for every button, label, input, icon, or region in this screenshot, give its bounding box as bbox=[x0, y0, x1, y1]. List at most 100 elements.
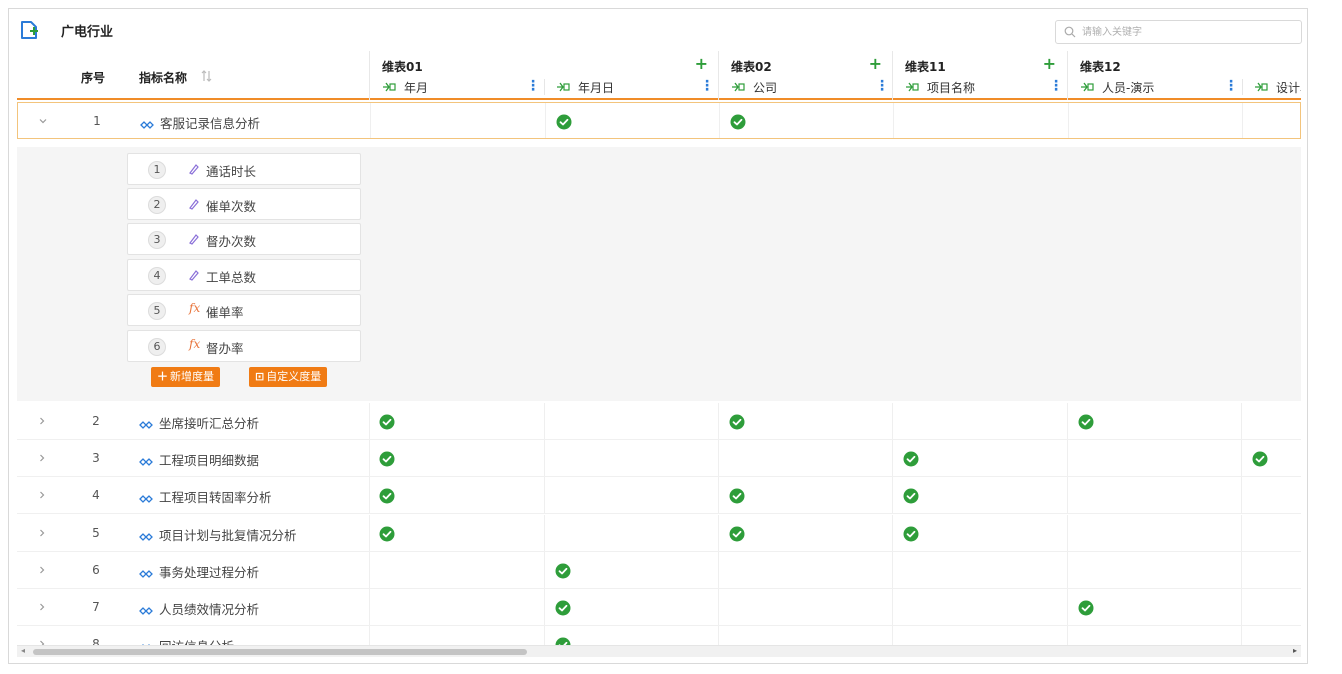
table-row[interactable]: 3 工程项目明细数据 bbox=[17, 440, 1301, 478]
row-seq: 1 bbox=[93, 114, 101, 128]
cell-divider bbox=[892, 589, 893, 625]
formula-icon: fx bbox=[189, 337, 201, 351]
more-options-icon[interactable]: ⋮ bbox=[1049, 78, 1063, 94]
indicator-icon bbox=[139, 532, 153, 541]
cell-divider bbox=[893, 103, 894, 138]
dimension-icon bbox=[1255, 82, 1268, 92]
cell-divider bbox=[370, 103, 371, 138]
cell-divider bbox=[718, 551, 719, 588]
measure-item[interactable]: 3 督办次数 bbox=[127, 223, 361, 255]
check-icon[interactable] bbox=[729, 414, 745, 430]
scroll-right-icon[interactable]: ▸ bbox=[1293, 646, 1297, 655]
chevron-right-icon[interactable] bbox=[37, 416, 47, 426]
check-icon[interactable] bbox=[730, 114, 746, 130]
check-icon[interactable] bbox=[555, 637, 571, 645]
check-icon[interactable] bbox=[903, 488, 919, 504]
table-row[interactable]: 6 事务处理过程分析 bbox=[17, 551, 1301, 589]
dim-label: 年月日 bbox=[578, 81, 615, 95]
check-icon[interactable] bbox=[903, 451, 919, 467]
check-icon[interactable] bbox=[729, 526, 745, 542]
add-dim-button[interactable]: + bbox=[869, 54, 882, 73]
check-icon[interactable] bbox=[1252, 451, 1268, 467]
table-row[interactable]: 5 项目计划与批复情况分析 bbox=[17, 514, 1301, 552]
more-options-icon[interactable]: ⋮ bbox=[1224, 78, 1238, 94]
chevron-right-icon[interactable] bbox=[37, 453, 47, 463]
indicator-icon bbox=[139, 495, 153, 504]
sort-icon[interactable] bbox=[201, 69, 213, 83]
cell-divider bbox=[718, 477, 719, 514]
row-name[interactable]: 人员绩效情况分析 bbox=[139, 599, 259, 618]
check-icon[interactable] bbox=[1078, 414, 1094, 430]
check-icon[interactable] bbox=[379, 451, 395, 467]
cell-divider bbox=[892, 440, 893, 477]
dim-group-1: 维表01 + 年月 ⋮ 年月日 ⋮ bbox=[369, 51, 718, 100]
measure-item[interactable]: 4 工单总数 bbox=[127, 259, 361, 291]
measure-icon bbox=[189, 270, 199, 281]
measure-item[interactable]: 6 fx 督办率 bbox=[127, 330, 361, 362]
scrollbar-thumb[interactable] bbox=[33, 649, 527, 655]
add-dim-button[interactable]: + bbox=[695, 54, 708, 73]
row-name-text: 人员绩效情况分析 bbox=[159, 602, 260, 617]
check-icon[interactable] bbox=[729, 488, 745, 504]
measure-label: 通话时长 bbox=[206, 164, 257, 179]
row-seq: 3 bbox=[92, 451, 100, 466]
chevron-right-icon[interactable] bbox=[37, 528, 47, 538]
add-dataset-icon[interactable] bbox=[19, 20, 39, 40]
row-name[interactable]: 工程项目明细数据 bbox=[139, 450, 259, 469]
row-name[interactable]: 客服记录信息分析 bbox=[140, 113, 260, 132]
cell-divider bbox=[718, 514, 719, 551]
check-icon[interactable] bbox=[555, 563, 571, 579]
row-seq: 8 bbox=[92, 637, 100, 645]
cell-divider bbox=[1241, 403, 1242, 439]
add-dim-button[interactable]: + bbox=[1043, 54, 1056, 73]
row-name-text: 事务处理过程分析 bbox=[159, 564, 260, 580]
measure-number: 5 bbox=[148, 302, 166, 320]
check-icon[interactable] bbox=[1078, 600, 1094, 616]
top-bar: 广电行业 bbox=[9, 9, 1307, 51]
row-name[interactable]: 项目计划与批复情况分析 bbox=[139, 525, 297, 544]
row-name-text: 客服记录信息分析 bbox=[160, 116, 261, 131]
custom-measure-label: 自定义度量 bbox=[266, 370, 322, 383]
row-name-text: 坐席接听汇总分析 bbox=[159, 416, 260, 431]
more-options-icon[interactable]: ⋮ bbox=[526, 78, 540, 94]
check-icon[interactable] bbox=[903, 526, 919, 542]
row-name[interactable]: 坐席接听汇总分析 bbox=[139, 413, 259, 432]
row-name[interactable]: 回访信息分析 bbox=[139, 636, 234, 645]
more-options-icon[interactable]: ⋮ bbox=[700, 78, 714, 94]
search-input[interactable] bbox=[1082, 24, 1292, 40]
scroll-left-icon[interactable]: ◂ bbox=[21, 646, 25, 655]
table-row[interactable]: 8 回访信息分析 bbox=[17, 626, 1301, 645]
chevron-right-icon[interactable] bbox=[37, 490, 47, 500]
header-seq: 序号 bbox=[81, 71, 106, 85]
custom-measure-button[interactable]: ⊡ 自定义度量 bbox=[249, 367, 328, 387]
chevron-right-icon[interactable] bbox=[37, 602, 47, 612]
check-icon[interactable] bbox=[556, 114, 572, 130]
measure-item[interactable]: 2 催单次数 bbox=[127, 188, 361, 220]
cell-divider bbox=[544, 514, 545, 551]
measure-icon bbox=[189, 234, 199, 245]
check-icon[interactable] bbox=[379, 414, 395, 430]
chevron-down-icon[interactable] bbox=[38, 116, 48, 126]
check-icon[interactable] bbox=[379, 488, 395, 504]
search-box[interactable] bbox=[1055, 20, 1302, 44]
horizontal-scrollbar[interactable]: ◂ ▸ bbox=[17, 645, 1301, 657]
more-options-icon[interactable]: ⋮ bbox=[875, 78, 889, 94]
check-icon[interactable] bbox=[379, 526, 395, 542]
row-name[interactable]: 事务处理过程分析 bbox=[139, 562, 259, 581]
measure-item[interactable]: 1 通话时长 bbox=[127, 153, 361, 185]
table-row[interactable]: 2 坐席接听汇总分析 bbox=[17, 403, 1301, 440]
search-icon bbox=[1064, 26, 1076, 38]
check-icon[interactable] bbox=[555, 600, 571, 616]
add-measure-button[interactable]: ＋新增度量 bbox=[151, 367, 220, 387]
cell-divider bbox=[544, 551, 545, 588]
measure-item[interactable]: 5 fx 催单率 bbox=[127, 294, 361, 326]
cell-divider bbox=[1241, 477, 1242, 514]
page-title: 广电行业 bbox=[61, 25, 114, 40]
row-name[interactable]: 工程项目转固率分析 bbox=[139, 487, 272, 506]
measure-number: 3 bbox=[148, 231, 166, 249]
cell-divider bbox=[369, 626, 370, 645]
chevron-right-icon[interactable] bbox=[37, 565, 47, 575]
table-row[interactable]: 4 工程项目转固率分析 bbox=[17, 477, 1301, 515]
table-row[interactable]: 7 人员绩效情况分析 bbox=[17, 589, 1301, 626]
table-row[interactable]: 1 客服记录信息分析 bbox=[17, 102, 1301, 139]
